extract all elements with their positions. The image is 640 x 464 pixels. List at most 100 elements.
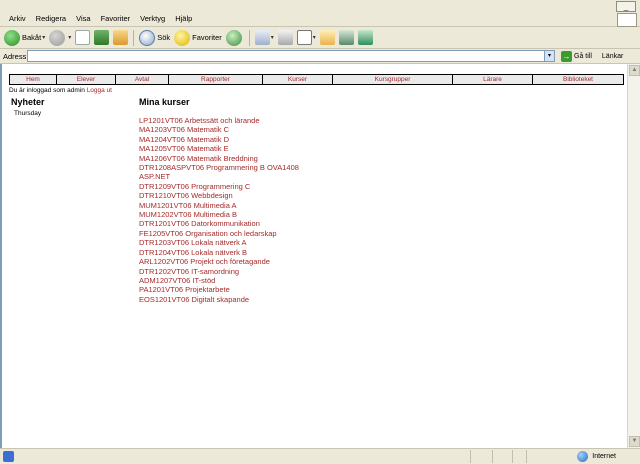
back-button[interactable]: Bakåt ▾ — [2, 28, 47, 48]
edit-dropdown-icon[interactable]: ▾ — [313, 34, 316, 41]
menu-arkiv[interactable]: Arkiv — [4, 14, 31, 24]
nav-item-elever[interactable]: Elever — [57, 75, 116, 84]
home-button[interactable] — [111, 28, 130, 48]
print-button[interactable] — [276, 28, 295, 48]
login-text: Du är inloggad som admin — [9, 87, 85, 94]
zone-label: Internet — [592, 453, 616, 460]
course-link[interactable]: DTR1202VT06 IT-samordning — [139, 267, 299, 276]
favorites-label: Favoriter — [192, 33, 222, 42]
course-link[interactable]: DTR1210VT06 Webbdesign — [139, 191, 299, 200]
links-button[interactable]: Länkar — [602, 53, 623, 60]
menu-verktyg[interactable]: Verktyg — [135, 14, 170, 24]
refresh-button[interactable] — [92, 28, 111, 48]
news-heading: Nyheter — [11, 97, 45, 107]
course-link[interactable]: ADM1207VT06 IT-stöd — [139, 276, 299, 285]
course-link[interactable]: DTR1201VT06 Datorkommunikation — [139, 219, 299, 228]
minimize-button[interactable]: _ — [616, 1, 636, 12]
address-label: Adress — [3, 51, 27, 61]
nav-item-larare[interactable]: Lärare — [453, 75, 533, 84]
course-link[interactable]: MA1204VT06 Matematik D — [139, 135, 299, 144]
menu-redigera[interactable]: Redigera — [31, 14, 71, 24]
nav-item-kurser[interactable]: Kurser — [263, 75, 333, 84]
main-navigation: Hem Elever Avtal Rapporter Kurser Kursgr… — [9, 74, 624, 85]
course-link[interactable]: ASP.NET — [139, 172, 299, 181]
course-link[interactable]: PA1201VT06 Projektarbete — [139, 285, 299, 294]
address-dropdown-icon[interactable]: ▾ — [544, 51, 554, 61]
search-button[interactable]: Sök — [137, 28, 172, 48]
scroll-up-icon[interactable]: ▲ — [629, 65, 640, 76]
login-status: Du är inloggad som admin Logga ut — [9, 87, 112, 94]
forward-dropdown-icon[interactable]: ▾ — [68, 34, 71, 41]
window-controls: _ — [608, 1, 638, 27]
course-link[interactable]: EOS1201VT06 Digitalt skapande — [139, 295, 299, 304]
discuss-icon — [319, 30, 335, 45]
menu-visa[interactable]: Visa — [71, 14, 95, 24]
history-icon — [225, 29, 242, 46]
course-link[interactable]: DTR1204VT06 Lokala nätverk B — [139, 248, 299, 257]
menu-hjalp[interactable]: Hjälp — [170, 14, 197, 24]
scroll-down-icon[interactable]: ▼ — [629, 436, 640, 447]
windows-logo-icon — [617, 13, 637, 27]
course-link[interactable]: ARL1202VT06 Projekt och företagande — [139, 257, 299, 266]
refresh-icon — [94, 30, 110, 45]
nav-item-biblioteket[interactable]: Biblioteket — [533, 75, 623, 84]
mail-dropdown-icon[interactable]: ▾ — [271, 34, 274, 41]
course-link[interactable]: MA1205VT06 Matematik E — [139, 144, 299, 153]
page-icon — [3, 451, 14, 462]
globe-icon — [577, 451, 589, 462]
favorites-button[interactable]: Favoriter — [172, 28, 224, 48]
course-link[interactable]: DTR1209VT06 Programmering C — [139, 182, 299, 191]
course-link[interactable]: DTR1208ASPVT06 Programmering B OVA1408 — [139, 163, 299, 172]
nav-item-rapporter[interactable]: Rapporter — [169, 75, 263, 84]
course-link[interactable]: LP1201VT06 Arbetssätt och lärande — [139, 116, 299, 125]
status-separator — [526, 450, 527, 463]
print-icon — [277, 30, 293, 45]
stop-button[interactable] — [73, 28, 92, 48]
toolbar: Bakåt ▾ ▾ Sök Favoriter ▾ ▾ — [0, 27, 640, 49]
discuss-button[interactable] — [318, 28, 337, 48]
page-content: Hem Elever Avtal Rapporter Kurser Kursgr… — [0, 64, 627, 448]
search-label: Sök — [157, 33, 171, 42]
course-link[interactable]: FE1205VT06 Organisation och ledarskap — [139, 229, 299, 238]
go-button[interactable]: → Gå till — [561, 50, 592, 62]
mail-button[interactable]: ▾ — [253, 28, 276, 48]
edit-icon — [296, 30, 312, 45]
my-courses-heading: Mina kurser — [139, 97, 190, 107]
logout-link[interactable]: Logga ut — [87, 87, 112, 94]
status-separator — [470, 450, 471, 463]
research-icon — [338, 30, 354, 45]
back-label: Bakåt — [22, 33, 42, 42]
search-icon — [139, 29, 156, 46]
nav-item-avtal[interactable]: Avtal — [116, 75, 169, 84]
news-day: Thursday — [14, 110, 42, 117]
address-input[interactable]: ▾ — [27, 50, 555, 62]
course-link[interactable]: MA1203VT06 Matematik C — [139, 125, 299, 134]
messenger-button[interactable] — [356, 28, 375, 48]
back-arrow-icon — [4, 29, 20, 46]
course-link[interactable]: DTR1203VT06 Lokala nätverk A — [139, 238, 299, 247]
go-label: Gå till — [574, 52, 592, 60]
nav-item-kursgrupper[interactable]: Kursgrupper — [333, 75, 453, 84]
go-arrow-icon: → — [561, 50, 572, 62]
security-zone: Internet — [577, 451, 616, 462]
course-link[interactable]: MUM1201VT06 Multimedia A — [139, 201, 299, 210]
address-bar: Adress ▾ → Gå till Länkar — [0, 49, 640, 64]
status-separator — [492, 450, 493, 463]
status-separator — [512, 450, 513, 463]
back-dropdown-icon[interactable]: ▾ — [42, 34, 45, 41]
course-list: LP1201VT06 Arbetssätt och lärande MA1203… — [139, 116, 299, 304]
nav-item-hem[interactable]: Hem — [10, 75, 57, 84]
forward-button[interactable]: ▾ — [47, 28, 73, 48]
history-button[interactable] — [224, 28, 246, 48]
stop-icon — [75, 30, 91, 45]
research-button[interactable] — [337, 28, 356, 48]
vertical-scrollbar[interactable]: ▲ ▼ — [627, 64, 640, 448]
menu-favoriter[interactable]: Favoriter — [96, 14, 136, 24]
course-link[interactable]: MA1206VT06 Matematik Breddning — [139, 154, 299, 163]
status-bar: Internet — [0, 448, 640, 464]
toolbar-separator — [133, 29, 135, 46]
forward-arrow-icon — [49, 29, 66, 46]
edit-button[interactable]: ▾ — [295, 28, 318, 48]
star-icon — [174, 29, 191, 46]
course-link[interactable]: MUM1202VT06 Multimedia B — [139, 210, 299, 219]
